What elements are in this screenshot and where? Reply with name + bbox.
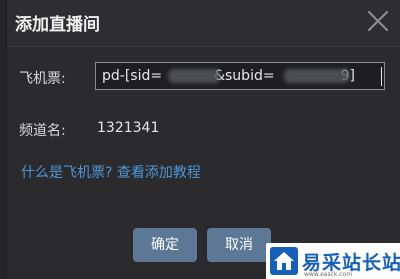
channel-label: 频道名: [19,123,66,139]
text-caret [381,67,382,86]
channel-value: 1321341 [97,120,160,136]
ticket-input[interactable]: pd-[sid=&subid=9] [95,62,385,90]
dialog-titlebar: 添加直播间 [7,0,400,47]
redaction-blur [284,69,350,83]
cancel-button[interactable]: 取消 [207,228,271,262]
house-logo-icon [270,247,298,275]
confirm-button[interactable]: 确定 [133,228,197,262]
close-button[interactable] [365,8,391,34]
redaction-blur [168,69,220,83]
ticket-label: 飞机票: [19,71,66,87]
close-icon [367,10,389,32]
dialog-title: 添加直播间 [15,15,100,35]
site-watermark: 易采站长站 www.easck.com [266,243,400,279]
watermark-subtext: www.easck.com [304,271,353,278]
help-link[interactable]: 什么是飞机票? 查看添加教程 [21,162,201,182]
add-live-room-dialog: 添加直播间 飞机票: pd-[sid=&subid=9] 频道名: 132134… [6,0,400,279]
